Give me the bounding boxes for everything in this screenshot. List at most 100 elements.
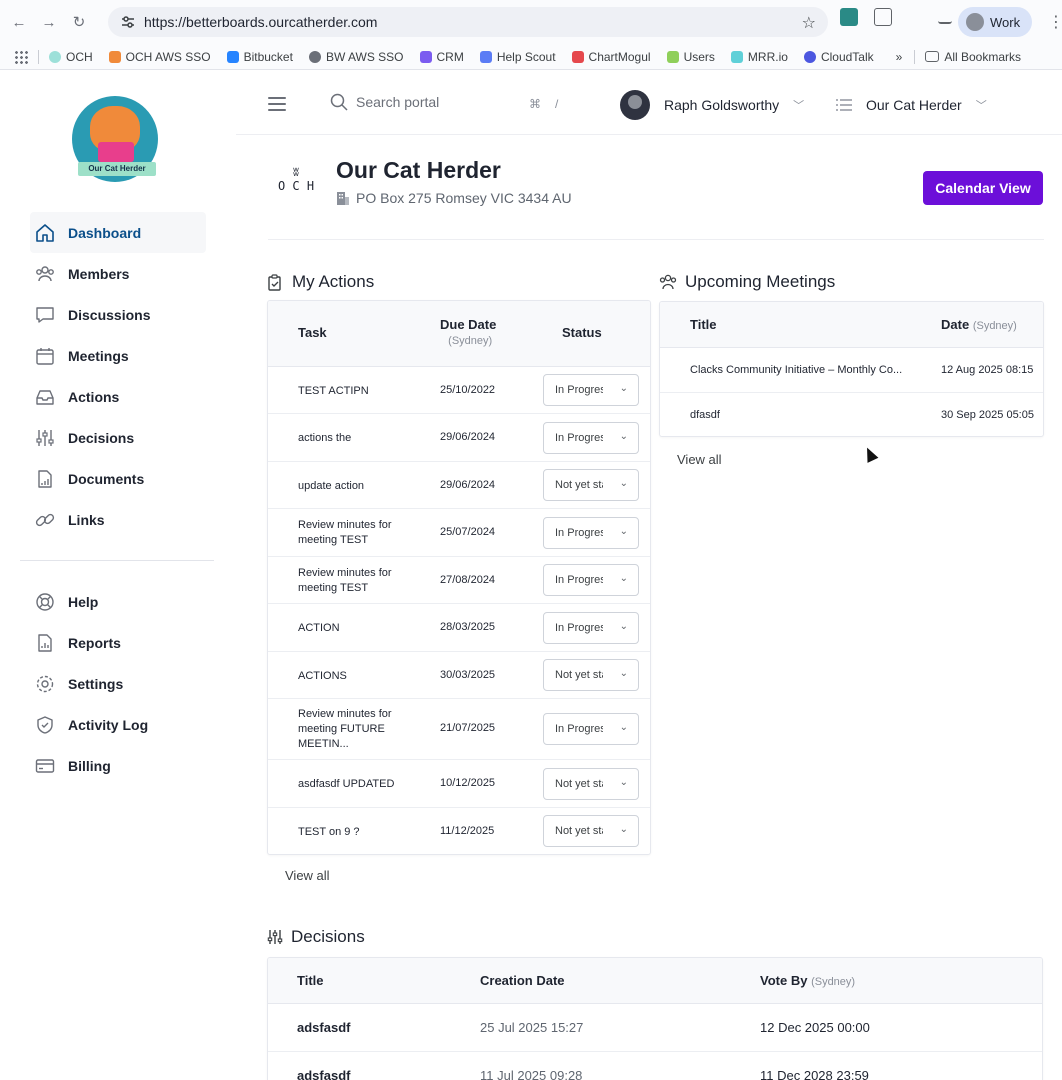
status-select[interactable]: In Progress⌄ bbox=[543, 422, 639, 454]
profile-avatar bbox=[966, 13, 984, 31]
table-row[interactable]: ACTIONS 30/03/2025 Not yet started⌄ bbox=[268, 652, 650, 699]
all-bookmarks[interactable]: All Bookmarks bbox=[925, 50, 1021, 64]
search-input[interactable]: Search portal bbox=[356, 94, 439, 110]
calendar-view-button[interactable]: Calendar View bbox=[923, 171, 1043, 205]
bookmark-users[interactable]: Users bbox=[666, 50, 715, 64]
sidebar-item-activity-log[interactable]: Activity Log bbox=[0, 704, 236, 745]
page-title: Our Cat Herder bbox=[336, 157, 501, 183]
table-row[interactable]: adsfasdf 25 Jul 2025 15:27 12 Dec 2025 0… bbox=[268, 1004, 1042, 1052]
table-row[interactable]: adsfasdf 11 Jul 2025 09:28 11 Dec 2028 2… bbox=[268, 1052, 1042, 1080]
back-icon[interactable]: ← bbox=[8, 11, 30, 33]
status-select[interactable]: In Progress⌄ bbox=[543, 713, 639, 745]
table-row[interactable]: TEST ACTIPN 25/10/2022 In Progress⌄ bbox=[268, 367, 650, 414]
apps-grid-icon[interactable] bbox=[14, 49, 28, 64]
bookmark-bitbucket[interactable]: Bitbucket bbox=[226, 50, 293, 64]
bookmark-bw-aws-sso[interactable]: BW AWS SSO bbox=[308, 50, 404, 64]
table-header: Title Creation Date Vote By (Sydney) bbox=[268, 958, 1042, 1004]
sidebar-item-reports[interactable]: Reports bbox=[0, 622, 236, 663]
inbox-icon bbox=[34, 386, 56, 408]
bookmark-help-scout[interactable]: Help Scout bbox=[479, 50, 556, 64]
sidebar-item-settings[interactable]: Settings bbox=[0, 663, 236, 704]
site-settings-icon[interactable] bbox=[118, 12, 138, 32]
org-logo[interactable]: Our Cat Herder bbox=[72, 96, 162, 182]
table-row[interactable]: actions the 29/06/2024 In Progress⌄ bbox=[268, 414, 650, 462]
sidebar-nav: Dashboard Members Discussions Meetings A… bbox=[0, 212, 236, 786]
status-select[interactable]: In Progress⌄ bbox=[543, 564, 639, 596]
table-row[interactable]: asdfasdf UPDATED 10/12/2025 Not yet star… bbox=[268, 760, 650, 808]
building-icon bbox=[337, 192, 349, 205]
column-date[interactable]: Date (Sydney) bbox=[941, 317, 1017, 332]
folder-icon bbox=[925, 51, 940, 62]
table-row[interactable]: TEST on 9 ? 11/12/2025 Not yet started⌄ bbox=[268, 808, 650, 854]
download-icon[interactable] bbox=[938, 10, 952, 24]
table-row[interactable]: update action 29/06/2024 Not yet started… bbox=[268, 462, 650, 509]
status-select[interactable]: In Progress⌄ bbox=[543, 517, 639, 549]
column-due-date[interactable]: Due Date (Sydney) bbox=[440, 317, 496, 347]
column-vote-by[interactable]: Vote By (Sydney) bbox=[760, 973, 855, 988]
forward-icon[interactable]: → bbox=[38, 11, 60, 33]
sidebar-item-dashboard[interactable]: Dashboard bbox=[30, 212, 206, 253]
column-task[interactable]: Task bbox=[298, 325, 327, 340]
status-select[interactable]: Not yet started⌄ bbox=[543, 815, 639, 847]
actions-view-all-link[interactable]: View all bbox=[285, 868, 330, 883]
avatar bbox=[620, 90, 650, 120]
table-row[interactable]: dfasdf 30 Sep 2025 05:05 bbox=[660, 393, 1043, 436]
main-content: ʬ O C H Our Cat Herder PO Box 275 Romsey… bbox=[236, 135, 1062, 1080]
browser-menu-icon[interactable]: ⋮ bbox=[1048, 12, 1062, 32]
status-select[interactable]: Not yet started⌄ bbox=[543, 768, 639, 800]
puzzle-icon[interactable] bbox=[874, 8, 892, 26]
sidebar-item-decisions[interactable]: Decisions bbox=[0, 417, 236, 458]
sidebar-item-help[interactable]: Help bbox=[0, 581, 236, 622]
chat-icon bbox=[34, 304, 56, 326]
link-icon bbox=[34, 509, 56, 531]
user-menu[interactable]: Raph Goldsworthy ﹀ bbox=[620, 90, 804, 120]
table-row[interactable]: Clacks Community Initiative – Monthly Co… bbox=[660, 348, 1043, 393]
profile-chip[interactable]: Work bbox=[958, 7, 1032, 37]
column-status[interactable]: Status bbox=[562, 325, 602, 340]
table-header: Title Date (Sydney) bbox=[660, 302, 1043, 348]
column-title[interactable]: Title bbox=[297, 973, 324, 988]
table-header: Task Due Date (Sydney) Status bbox=[268, 301, 650, 367]
url-text[interactable]: https://betterboards.ourcatherder.com bbox=[144, 14, 377, 30]
chevron-down-icon: ⌄ bbox=[619, 777, 628, 788]
bookmark-cloudtalk[interactable]: CloudTalk bbox=[803, 50, 874, 64]
chevron-down-icon: ﹀ bbox=[975, 100, 987, 112]
table-row[interactable]: ACTION 28/03/2025 In Progress⌄ bbox=[268, 604, 650, 652]
app-root: Our Cat Herder Dashboard Members Discuss… bbox=[0, 71, 1062, 1080]
upcoming-meetings-heading: Upcoming Meetings bbox=[659, 272, 835, 292]
sidebar-item-actions[interactable]: Actions bbox=[0, 376, 236, 417]
search-portal[interactable]: Search portal bbox=[330, 93, 439, 111]
sidebar-item-members[interactable]: Members bbox=[0, 253, 236, 294]
bookmark-star-icon[interactable]: ☆ bbox=[802, 13, 816, 33]
meetings-view-all-link[interactable]: View all bbox=[677, 452, 722, 467]
my-actions-heading: My Actions bbox=[267, 272, 374, 292]
address-bar[interactable]: https://betterboards.ourcatherder.com ☆ bbox=[108, 7, 828, 37]
table-row[interactable]: Review minutes for meeting FUTURE MEETIN… bbox=[268, 699, 650, 760]
table-row[interactable]: Review minutes for meeting TEST 27/08/20… bbox=[268, 557, 650, 604]
table-row[interactable]: Review minutes for meeting TEST 25/07/20… bbox=[268, 509, 650, 557]
sidebar-item-documents[interactable]: Documents bbox=[0, 458, 236, 499]
bookmarks-overflow[interactable]: » bbox=[896, 50, 903, 64]
bookmark-mrr-io[interactable]: MRR.io bbox=[730, 50, 788, 64]
chevron-down-icon: ⌄ bbox=[619, 573, 628, 584]
bookmark-och-aws-sso[interactable]: OCH AWS SSO bbox=[108, 50, 211, 64]
document-icon bbox=[34, 468, 56, 490]
bookmark-chartmogul[interactable]: ChartMogul bbox=[571, 50, 651, 64]
column-creation-date[interactable]: Creation Date bbox=[480, 973, 565, 988]
status-select[interactable]: In Progress⌄ bbox=[543, 612, 639, 644]
menu-toggle-icon[interactable] bbox=[268, 97, 286, 115]
bookmarks-bar: OCH OCH AWS SSO Bitbucket BW AWS SSO CRM… bbox=[0, 44, 1062, 70]
reload-icon[interactable]: ↻ bbox=[68, 11, 90, 33]
bookmark-och[interactable]: OCH bbox=[49, 50, 93, 64]
org-switcher[interactable]: Our Cat Herder ﹀ bbox=[836, 97, 987, 113]
sidebar-item-links[interactable]: Links bbox=[0, 499, 236, 540]
sidebar-item-billing[interactable]: Billing bbox=[0, 745, 236, 786]
status-select[interactable]: Not yet started⌄ bbox=[543, 659, 639, 691]
sidebar-item-discussions[interactable]: Discussions bbox=[0, 294, 236, 335]
status-select[interactable]: In Progress⌄ bbox=[543, 374, 639, 406]
extension-icon[interactable] bbox=[840, 8, 858, 26]
sidebar-item-meetings[interactable]: Meetings bbox=[0, 335, 236, 376]
bookmark-crm[interactable]: CRM bbox=[419, 50, 464, 64]
column-title[interactable]: Title bbox=[690, 317, 717, 332]
status-select[interactable]: Not yet started⌄ bbox=[543, 469, 639, 501]
